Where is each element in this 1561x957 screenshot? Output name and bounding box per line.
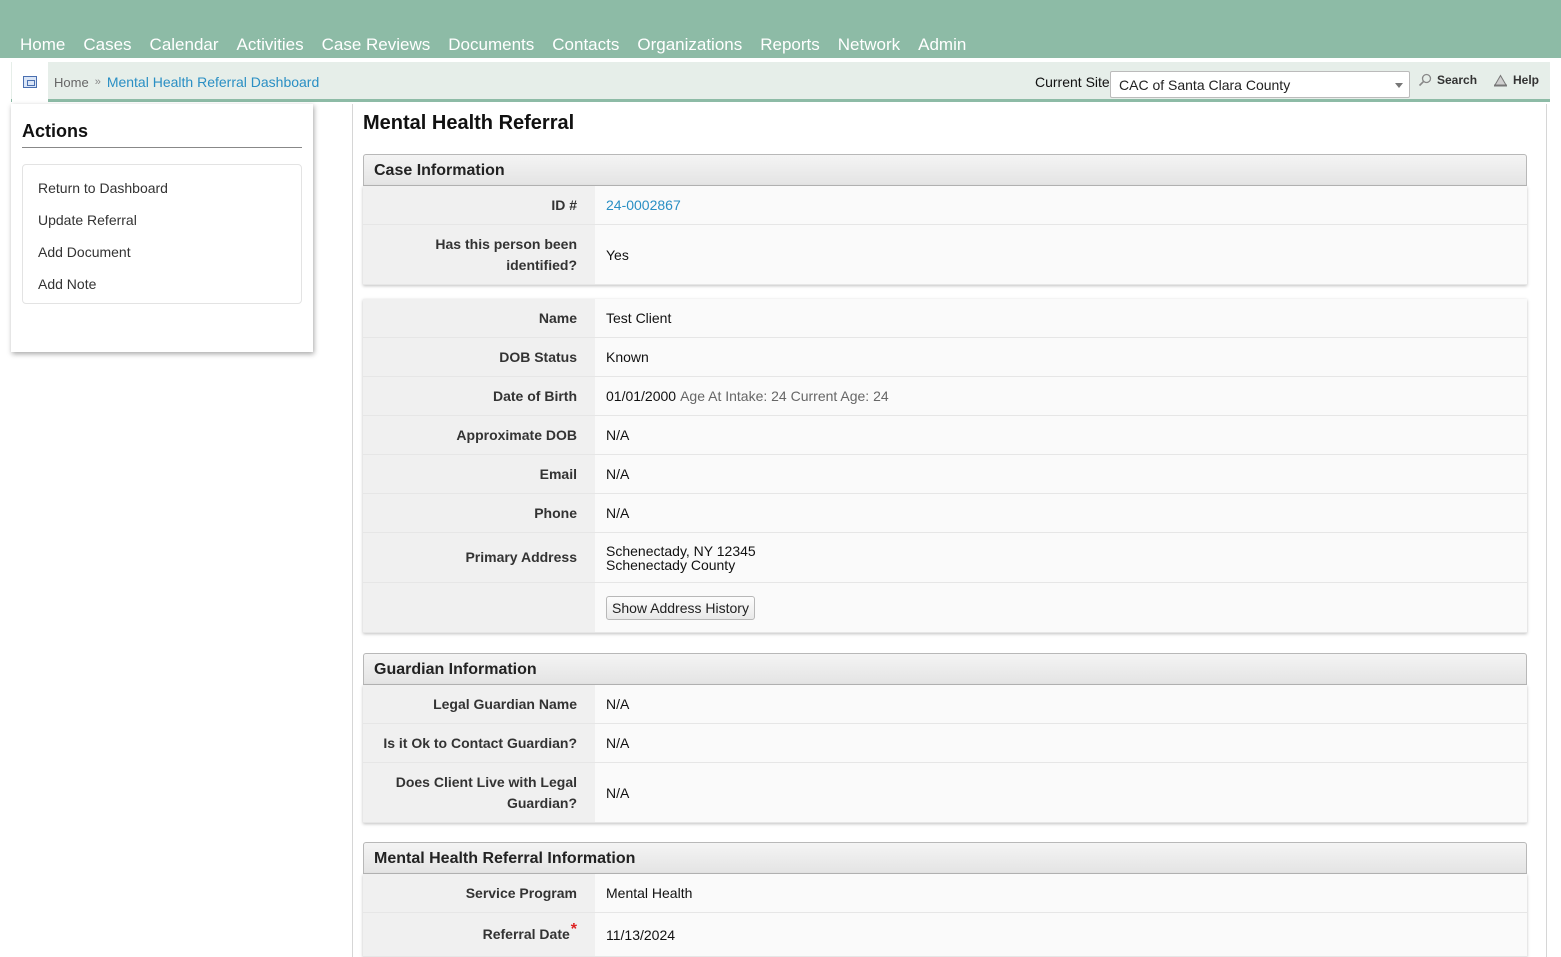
nav-item-calendar[interactable]: Calendar [141,33,228,57]
referral-date-label-cell: Referral Date * [363,913,595,956]
lives-with-guardian-value: N/A [606,784,630,801]
address-line-1: Schenectady, NY 12345 [606,542,756,559]
dob-label: Date of Birth [363,377,595,415]
caret-down-icon [1395,83,1403,88]
nav-item-reports[interactable]: Reports [751,33,829,57]
nav-item-cases[interactable]: Cases [74,33,140,57]
search-button-label: Search [1437,73,1478,87]
name-value: Test Client [606,310,672,326]
phone-value: N/A [606,505,630,521]
referral-rows: Service Program Mental Health Referral D… [363,874,1527,957]
guardian-information-header: Guardian Information [363,653,1527,685]
phone-label: Phone [363,494,595,532]
page-title: Mental Health Referral [363,112,575,134]
guardian-rows: Legal Guardian Name N/A Is it Ok to Cont… [363,685,1527,823]
case-id-link[interactable]: 24-0002867 [606,197,681,213]
breadcrumb-separator: » [94,76,101,88]
row-approx-dob: Approximate DOB N/A [363,416,1527,455]
dob-age-info: Age At Intake: 24 Current Age: 24 [680,388,889,404]
referral-information-header: Mental Health Referral Information [363,842,1527,874]
row-guardian-name: Legal Guardian Name N/A [363,685,1527,724]
referral-date-label: Referral Date [482,926,570,942]
row-contact-guardian: Is it Ok to Contact Guardian? N/A [363,724,1527,763]
search-button[interactable]: Search [1418,73,1477,87]
dob-status-label: DOB Status [363,338,595,376]
case-information-header: Case Information [363,154,1527,186]
address-history-label-cell [363,583,595,632]
row-name: Name Test Client [363,299,1527,338]
id-label: ID # [363,186,595,224]
current-site-select[interactable]: CAC of Santa Clara County [1110,71,1410,98]
address-line-2: Schenectady County [606,556,736,573]
row-primary-address: Primary Address Schenectady, NY 12345 Sc… [363,533,1527,583]
primary-address-label: Primary Address [363,533,595,582]
row-dob: Date of Birth 01/01/2000 Age At Intake: … [363,377,1527,416]
action-add-note[interactable]: Add Note [23,268,301,300]
nav-item-organizations[interactable]: Organizations [628,33,751,57]
breadcrumb-current-link[interactable]: Mental Health Referral Dashboard [107,74,319,90]
row-dob-status: DOB Status Known [363,338,1527,377]
action-update-referral[interactable]: Update Referral [23,204,301,236]
action-return-to-dashboard[interactable]: Return to Dashboard [23,172,301,204]
approx-dob-label: Approximate DOB [363,416,595,454]
identified-value: Yes [606,246,629,263]
referral-date-value: 11/13/2024 [606,926,676,943]
row-id: ID # 24-0002867 [363,186,1527,225]
lives-with-guardian-label: Does Client Live with Legal Guardian? [363,763,595,822]
actions-title: Actions [22,121,89,141]
row-address-history: Show Address History [363,583,1527,633]
row-identified: Has this person been identified? Yes [363,225,1527,285]
email-label: Email [363,455,595,493]
dob-status-value: Known [606,349,649,365]
identified-label: Has this person been identified? [363,225,595,284]
service-program-label: Service Program [363,874,595,912]
row-referral-date: Referral Date * 11/13/2024 [363,913,1527,957]
dob-value: 01/01/2000 [606,388,677,404]
contact-guardian-value: N/A [606,735,630,751]
magnifier-icon [1418,73,1432,87]
context-menu-icon[interactable] [23,76,37,88]
case-information-rows: ID # 24-0002867 Has this person been ide… [363,186,1527,285]
breadcrumb-home-link[interactable]: Home [54,75,89,90]
nav-item-network[interactable]: Network [829,33,909,57]
nav-item-admin[interactable]: Admin [909,33,975,57]
person-rows: Name Test Client DOB Status Known Date o… [363,299,1527,633]
actions-panel: Actions Return to Dashboard Update Refer… [11,104,313,352]
row-service-program: Service Program Mental Health [363,874,1527,913]
breadcrumb: Home » Mental Health Referral Dashboard [54,74,319,90]
id-value-cell: 24-0002867 [595,186,1527,224]
context-menu-tab[interactable] [12,62,48,108]
help-button[interactable]: Help [1493,73,1539,87]
required-marker: * [570,921,577,938]
address-history-cell: Show Address History [595,583,1527,632]
nav-item-contacts[interactable]: Contacts [543,33,628,57]
nav-item-documents[interactable]: Documents [439,33,543,57]
actions-list: Return to Dashboard Update Referral Add … [22,164,302,304]
current-site-value: CAC of Santa Clara County [1119,77,1291,93]
current-site-label: Current Site [1035,74,1110,90]
row-email: Email N/A [363,455,1527,494]
guardian-name-label: Legal Guardian Name [363,685,595,723]
help-button-label: Help [1513,73,1540,87]
action-add-document[interactable]: Add Document [23,236,301,268]
main-menu: Home Cases Calendar Activities Case Revi… [11,33,975,57]
name-label: Name [363,299,595,337]
approx-dob-value: N/A [606,427,630,443]
lifebuoy-icon [1494,74,1507,86]
primary-address-value: Schenectady, NY 12345 Schenectady County [595,533,1527,582]
nav-item-home[interactable]: Home [11,33,74,57]
guardian-name-value: N/A [606,696,630,712]
row-phone: Phone N/A [363,494,1527,533]
nav-item-case-reviews[interactable]: Case Reviews [313,33,440,57]
nav-item-activities[interactable]: Activities [228,33,313,57]
contact-guardian-label: Is it Ok to Contact Guardian? [363,724,595,762]
email-value: N/A [606,466,630,482]
top-navigation-bar: Home Cases Calendar Activities Case Revi… [0,0,1561,58]
show-address-history-button[interactable]: Show Address History [606,595,755,620]
actions-divider [22,147,302,148]
dob-value-cell: 01/01/2000 Age At Intake: 24 Current Age… [595,377,1527,415]
row-lives-with-guardian: Does Client Live with Legal Guardian? N/… [363,763,1527,823]
service-program-value: Mental Health [606,885,693,901]
